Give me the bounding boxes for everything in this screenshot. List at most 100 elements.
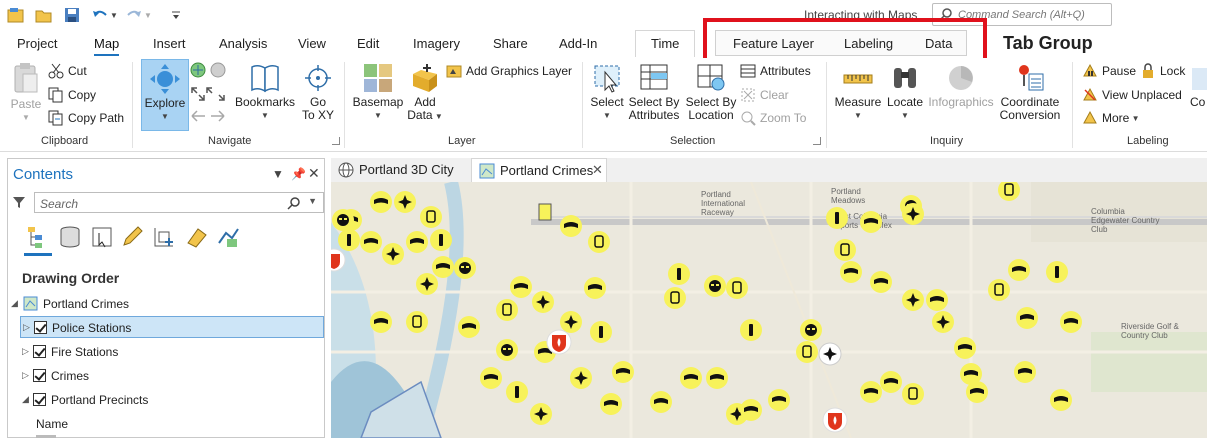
new-project-icon[interactable] <box>6 5 26 25</box>
layer-row-portland-precincts[interactable]: ◢ Portland Precincts <box>20 389 324 411</box>
tab-map[interactable]: Map <box>94 36 120 56</box>
expand-icon[interactable]: ▷ <box>22 370 29 381</box>
bookmarks-label: Bookmarks <box>234 95 296 109</box>
list-by-drawing-order-icon[interactable] <box>26 225 50 249</box>
full-extent-icon[interactable] <box>190 62 206 78</box>
tab-time[interactable]: Time <box>651 36 679 51</box>
clear-selection-button[interactable]: Clear <box>740 85 789 105</box>
selection-launcher-icon[interactable] <box>813 137 821 145</box>
add-graphics-layer-button[interactable]: Add Graphics Layer <box>446 61 572 81</box>
open-project-icon[interactable] <box>34 5 54 25</box>
undo-icon[interactable] <box>90 5 110 25</box>
coordinate-conversion-button[interactable]: Coordinate Conversion <box>998 62 1062 122</box>
map-icon <box>23 296 38 314</box>
select-by-location-button[interactable]: Select By Location <box>684 62 738 122</box>
binoculars-icon <box>894 68 916 88</box>
tab-share[interactable]: Share <box>493 36 528 51</box>
select-button[interactable]: Select ▼ <box>588 62 626 122</box>
tab-project[interactable]: Project <box>17 36 57 51</box>
infographics-button[interactable]: Infographics <box>926 62 996 109</box>
view-tab-portland-crimes[interactable]: Portland Crimes ✕ <box>471 158 607 182</box>
search-dropdown-icon[interactable]: ▼ <box>308 196 317 206</box>
lock-labels-button[interactable]: Lock <box>1140 61 1185 81</box>
list-by-snapping-icon[interactable] <box>152 225 176 249</box>
list-by-labeling-icon[interactable] <box>184 225 208 249</box>
list-by-selection-icon[interactable] <box>90 225 114 249</box>
filter-icon[interactable] <box>12 195 26 212</box>
tab-add-in[interactable]: Add-In <box>559 36 597 51</box>
close-icon[interactable]: ✕ <box>308 165 320 182</box>
expand-icon[interactable]: ▷ <box>23 322 30 333</box>
symbology-field-label: Name <box>36 417 69 431</box>
layer-row-crimes[interactable]: ▷ Crimes <box>20 365 324 387</box>
clear-label: Clear <box>760 88 789 102</box>
map-view[interactable]: Portland International Raceway Portland … <box>331 182 1207 438</box>
more-icon <box>1083 110 1097 124</box>
zoom-to-selection-button[interactable]: Zoom To <box>740 108 806 128</box>
undo-dropdown-icon[interactable]: ▼ <box>108 5 120 25</box>
basemap-button[interactable]: Basemap ▼ <box>352 62 404 122</box>
map-tree-item[interactable]: ◢ Portland Crimes <box>8 293 324 315</box>
layer-visibility-checkbox[interactable] <box>33 393 46 406</box>
cut-button[interactable]: Cut <box>48 61 87 81</box>
contents-search-placeholder: Search <box>40 197 79 211</box>
layer-row-fire-stations[interactable]: ▷ Fire Stations <box>20 341 324 363</box>
layer-row-police-stations[interactable]: ▷ Police Stations <box>20 316 324 338</box>
measure-button[interactable]: Measure ▼ <box>834 62 882 122</box>
cut-label: Cut <box>68 64 87 78</box>
layer-visibility-checkbox[interactable] <box>33 345 46 358</box>
zoom-to-label: Zoom To <box>760 111 807 125</box>
select-by-attributes-button[interactable]: Select By Attributes <box>626 62 682 122</box>
explore-button[interactable]: Explore ▼ <box>141 59 189 131</box>
customize-qat-icon[interactable] <box>166 5 186 25</box>
coordinate-label: Coordinate <box>1000 95 1060 109</box>
tab-edit[interactable]: Edit <box>357 36 379 51</box>
tab-insert[interactable]: Insert <box>153 36 186 51</box>
search-icon[interactable] <box>287 196 301 213</box>
lock-label: Lock <box>1160 64 1186 78</box>
bookmarks-icon <box>251 64 279 93</box>
measure-icon <box>843 74 873 84</box>
layer-visibility-checkbox[interactable] <box>33 369 46 382</box>
save-project-icon[interactable] <box>62 5 82 25</box>
tab-group-annotation: Tab Group <box>1003 33 1093 53</box>
list-by-perspective-imagery-icon[interactable] <box>216 225 240 249</box>
collapse-icon[interactable]: ◢ <box>11 298 18 309</box>
pause-labeling-button[interactable]: Pause <box>1082 61 1136 81</box>
view-tab-portland-3d-city[interactable]: Portland 3D City <box>331 158 460 182</box>
paste-icon <box>14 63 38 93</box>
view-tab-label: Portland Crimes <box>500 163 594 178</box>
redo-icon[interactable] <box>124 5 144 25</box>
layer-label: Crimes <box>51 369 89 383</box>
copy-button[interactable]: Copy <box>48 85 96 105</box>
locate-button[interactable]: Locate ▼ <box>884 62 926 122</box>
list-by-editing-icon[interactable] <box>120 225 144 249</box>
view-unplaced-button[interactable]: View Unplaced <box>1082 85 1182 105</box>
collapse-icon[interactable]: ◢ <box>22 394 29 405</box>
fixed-zoom-in-out-icon[interactable] <box>190 86 226 102</box>
layer-visibility-checkbox[interactable] <box>34 321 47 334</box>
tab-analysis[interactable]: Analysis <box>219 36 267 51</box>
paste-button[interactable]: Paste ▼ <box>8 62 44 124</box>
labeling-overflow-button[interactable]: Co <box>1190 96 1207 109</box>
close-icon[interactable]: ✕ <box>592 162 603 178</box>
list-by-data-source-icon[interactable] <box>58 225 82 249</box>
go-to-xy-button[interactable]: Go To XY <box>299 62 337 122</box>
bookmarks-button[interactable]: Bookmarks ▼ <box>234 62 296 122</box>
contents-search-input[interactable]: Search ▼ <box>34 192 324 213</box>
auto-hide-pin-icon[interactable]: 📌 <box>291 167 306 181</box>
expand-icon[interactable]: ▷ <box>22 346 29 357</box>
previous-next-extent-icon[interactable] <box>190 108 226 124</box>
attributes-button[interactable]: Attributes <box>740 61 811 81</box>
quick-access-toolbar: ▼ ▼ Interacting with Maps Command Search… <box>0 0 1207 30</box>
copy-path-button[interactable]: Copy Path <box>48 108 124 128</box>
tab-imagery[interactable]: Imagery <box>413 36 460 51</box>
redo-dropdown-icon[interactable]: ▼ <box>142 5 154 25</box>
fixed-zoom-icon[interactable] <box>210 62 226 78</box>
more-labeling-button[interactable]: More ▼ <box>1082 108 1139 128</box>
layer-label: Police Stations <box>52 321 132 335</box>
navigate-launcher-icon[interactable] <box>332 137 340 145</box>
add-data-button[interactable]: Add Data ▼ <box>406 62 444 123</box>
tab-view[interactable]: View <box>298 36 326 51</box>
pane-options-icon[interactable]: ▼ <box>272 167 284 181</box>
